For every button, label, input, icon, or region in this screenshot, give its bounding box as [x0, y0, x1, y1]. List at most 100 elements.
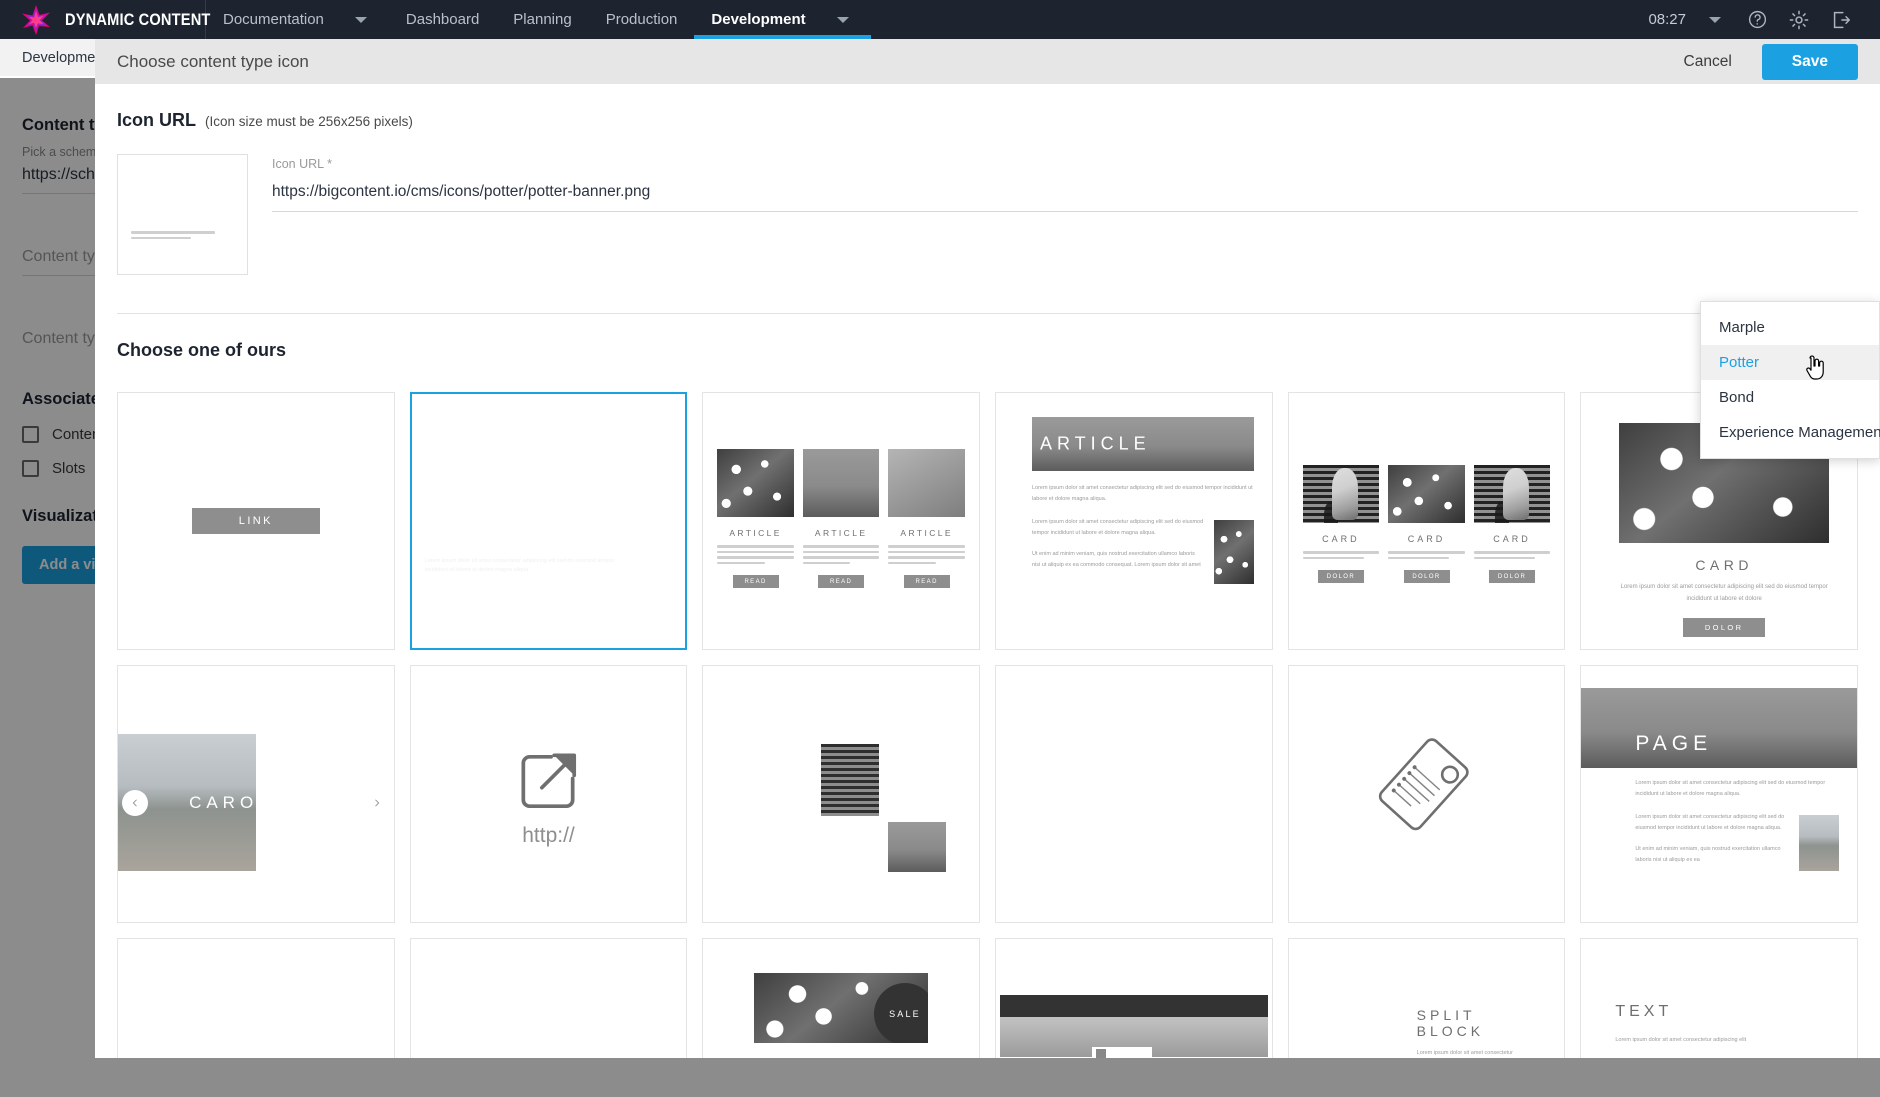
icon-card-link[interactable]: LINK	[117, 392, 395, 650]
cancel-button[interactable]: Cancel	[1670, 45, 1746, 79]
nav-item-planning[interactable]: Planning	[496, 0, 588, 39]
article-list-button-2: READ	[818, 575, 865, 588]
icon-card-split-block-label: SPLIT BLOCK	[1416, 1007, 1485, 1039]
article-list-label-3: ARTICLE	[900, 528, 953, 538]
header-bar	[999, 995, 1268, 1017]
chevron-left-icon[interactable]	[122, 789, 148, 816]
icon-card-blank-1[interactable]	[117, 938, 395, 1058]
icon-card-card-list-button: DOLOR	[1317, 570, 1364, 583]
icon-card-link-label: LINK	[191, 508, 320, 534]
icon-card-card-label: CARD	[1695, 557, 1753, 573]
icon-card-split-block-body: Lorem ipsum dolor sit amet consectetur	[1416, 1050, 1513, 1056]
modal-body: Icon URL (Icon size must be 256x256 pixe…	[95, 84, 1880, 1058]
icon-card-page-body3: Ut enim ad minim veniam, quis nostrud ex…	[1635, 846, 1781, 863]
gallery-heading: Choose one of ours	[117, 340, 287, 360]
icon-url-section: Icon URL (Icon size must be 256x256 pixe…	[95, 84, 1880, 275]
icon-card-article[interactable]: ARTICLE Lorem ipsum dolor sit amet conse…	[994, 392, 1273, 650]
icon-card-article-body3: Ut enim ad minim veniam, quis nostrud ex…	[1031, 551, 1201, 568]
icon-card-sale-label: SALE	[873, 983, 928, 1043]
icon-url-field[interactable]: Icon URL * https://bigcontent.io/cms/ico…	[272, 154, 1858, 212]
brand-logo[interactable]: DYNAMIC CONTENT	[0, 0, 210, 39]
card-list-label-2: CARD	[1407, 534, 1446, 544]
brand-name: DYNAMIC CONTENT	[65, 9, 211, 29]
choose-icon-modal: Choose content type icon Cancel Save Ico…	[95, 39, 1880, 1058]
main-nav: Documentation Dashboard Planning Product…	[206, 0, 871, 39]
icon-card-external-link-label: http://	[522, 824, 575, 847]
article-list-label-2: ARTICLE	[814, 528, 868, 538]
icon-card-card-button: DOLOR	[1683, 618, 1766, 637]
icon-card-image-grid[interactable]	[702, 665, 980, 923]
icon-card-blank-2[interactable]	[409, 938, 688, 1058]
nav-development-caret[interactable]	[805, 0, 871, 39]
icon-card-article-list-label: ARTICLE	[729, 528, 782, 538]
icon-gallery-grid: LINK BANNER Lorem ipsum dolor sit amet c…	[117, 392, 1858, 1058]
icon-card-carousel-label: CAROUSEL	[189, 792, 323, 812]
help-button[interactable]	[1736, 0, 1778, 39]
nav-item-production[interactable]: Production	[589, 0, 695, 39]
topbar-right-tools: 08:27	[1648, 0, 1880, 39]
icon-card-article-body2: Lorem ipsum dolor sit amet consectetur a…	[1031, 519, 1204, 536]
price-tag-icon	[1361, 727, 1491, 862]
icon-url-field-underline	[272, 211, 1858, 212]
icon-card-page-body2: Lorem ipsum dolor sit amet consectetur a…	[1635, 814, 1785, 831]
icon-card-card-list-label: CARD	[1322, 534, 1360, 544]
dynamic-content-star-logo	[20, 4, 52, 36]
dropdown-item-experience-management[interactable]: Experience Management	[1701, 415, 1880, 450]
icon-url-row: BANNER Icon URL * https://bigcontent.io/…	[117, 154, 1858, 275]
preview-body-lines	[131, 231, 215, 239]
icon-preview-thumbnail: BANNER	[117, 154, 248, 275]
modal-title: Choose content type icon	[117, 51, 309, 71]
card-list-button-2: DOLOR	[1403, 570, 1450, 583]
article-list-button-3: READ	[903, 575, 950, 588]
icon-card-tag[interactable]	[1287, 665, 1566, 923]
chevron-down-icon	[354, 16, 367, 23]
card-list-button-3: DOLOR	[1489, 570, 1536, 583]
icon-url-field-label: Icon URL *	[272, 157, 332, 171]
dropdown-item-marple[interactable]: Marple	[1701, 310, 1879, 345]
icon-card-text[interactable]: TEXT Lorem ipsum dolor sit amet consecte…	[1580, 938, 1858, 1058]
settings-button[interactable]	[1778, 0, 1820, 39]
icon-card-article-body1: Lorem ipsum dolor sit amet consectetur a…	[1031, 485, 1253, 502]
icon-card-card-body: Lorem ipsum dolor sit amet consectetur a…	[1620, 584, 1828, 602]
logout-button[interactable]	[1820, 0, 1862, 39]
icon-card-article-list[interactable]: ARTICLE READ ARTICLE READ ARTICLE READ	[702, 392, 980, 650]
icon-url-heading: Icon URL	[117, 110, 196, 130]
icon-card-banner[interactable]: BANNER Lorem ipsum dolor sit amet consec…	[409, 392, 688, 650]
gallery-section: Choose one of ours LINK BANNER Lorem ips…	[95, 314, 1880, 1058]
save-button[interactable]: Save	[1761, 43, 1858, 80]
icon-card-external-link[interactable]: http://	[409, 665, 688, 923]
clock: 08:27	[1648, 11, 1686, 28]
icon-card-split-block[interactable]: SPLIT BLOCK Lorem ipsum dolor sit amet c…	[1287, 938, 1566, 1058]
chevron-down-icon	[1709, 16, 1721, 23]
icon-url-field-value[interactable]: https://bigcontent.io/cms/icons/potter/p…	[272, 183, 1858, 211]
icon-card-page-label: PAGE	[1635, 732, 1713, 755]
preview-banner-label: BANNER	[131, 215, 193, 227]
dropdown-item-bond[interactable]: Bond	[1701, 380, 1879, 415]
nav-item-dashboard[interactable]: Dashboard	[389, 0, 496, 39]
external-link-icon	[511, 744, 585, 823]
nav-item-documentation[interactable]: Documentation	[206, 0, 341, 39]
header-card-icon	[1095, 1049, 1106, 1058]
icon-card-text-label: TEXT	[1615, 1003, 1673, 1020]
icon-card-banner-label: BANNER	[423, 515, 564, 543]
chevron-right-icon[interactable]	[363, 789, 390, 816]
nav-item-development[interactable]: Development	[694, 0, 823, 39]
icon-card-image[interactable]	[994, 665, 1273, 923]
hub-dropdown-menu: Marple Potter Bond Experience Management	[1700, 301, 1880, 459]
icon-card-article-label: ARTICLE	[1039, 433, 1151, 454]
icon-url-heading-row: Icon URL (Icon size must be 256x256 pixe…	[117, 110, 1858, 131]
icon-card-carousel[interactable]: CAROUSEL	[117, 665, 395, 923]
icon-card-banner-body: Lorem ipsum dolor sit amet consectetur a…	[424, 557, 615, 574]
icon-card-header-block[interactable]	[994, 938, 1273, 1058]
icon-size-note: (Icon size must be 256x256 pixels)	[205, 114, 413, 129]
chevron-down-icon	[836, 16, 849, 23]
icon-card-card-list[interactable]: CARD DOLOR CARD DOLOR CARD DOLOR	[1287, 392, 1566, 650]
modal-actions: Cancel Save	[1670, 43, 1858, 80]
icon-card-text-body: Lorem ipsum dolor sit amet consectetur a…	[1615, 1037, 1747, 1043]
icon-card-sale[interactable]: SALE	[702, 938, 980, 1058]
icon-card-article-list-button: READ	[732, 575, 779, 588]
account-menu-button[interactable]	[1694, 0, 1736, 39]
nav-documentation-caret[interactable]	[341, 0, 389, 39]
dropdown-item-potter[interactable]: Potter	[1701, 345, 1879, 380]
icon-card-page[interactable]: PAGE Lorem ipsum dolor sit amet consecte…	[1580, 665, 1858, 923]
